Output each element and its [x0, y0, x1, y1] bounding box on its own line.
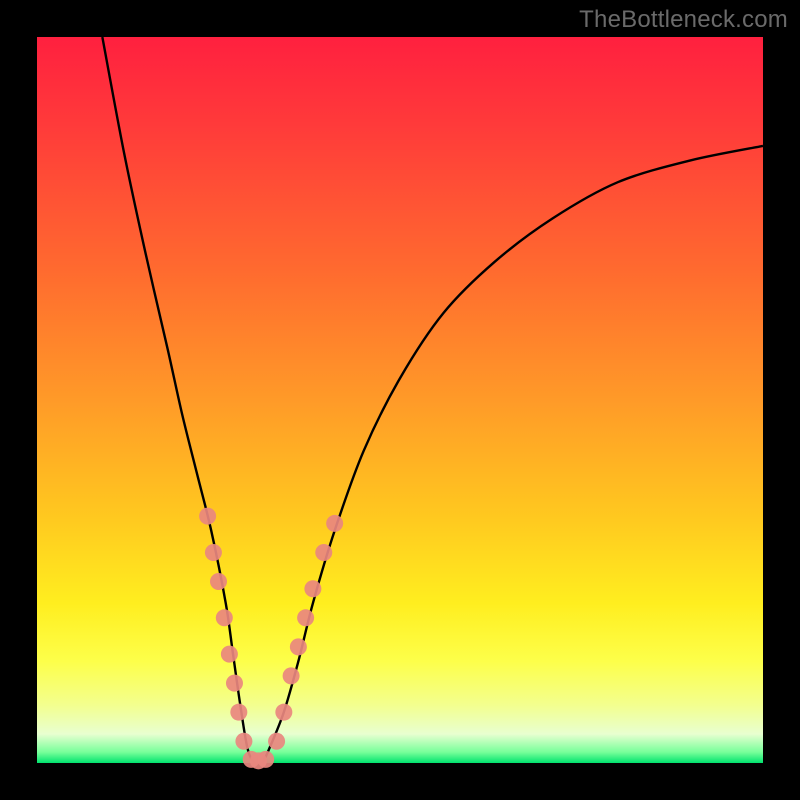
marker-dot: [268, 733, 285, 750]
marker-dot: [304, 580, 321, 597]
marker-dot: [275, 704, 292, 721]
marker-dot: [235, 733, 252, 750]
marker-dot: [290, 638, 307, 655]
plot-area: [37, 37, 763, 763]
watermark-text: TheBottleneck.com: [579, 6, 788, 34]
marker-dot: [257, 751, 274, 768]
curve-layer: [102, 37, 763, 765]
marker-dot: [226, 675, 243, 692]
marker-dot: [221, 646, 238, 663]
marker-dot: [230, 704, 247, 721]
marker-dot: [199, 508, 216, 525]
chart-frame: TheBottleneck.com: [0, 0, 800, 800]
marker-dot: [315, 544, 332, 561]
chart-svg: [37, 37, 763, 763]
marker-dot: [216, 609, 233, 626]
bottleneck-curve: [102, 37, 763, 765]
marker-dot: [297, 609, 314, 626]
marker-dot: [283, 667, 300, 684]
marker-dot: [205, 544, 222, 561]
marker-dot: [326, 515, 343, 532]
marker-layer: [199, 508, 343, 770]
marker-dot: [210, 573, 227, 590]
